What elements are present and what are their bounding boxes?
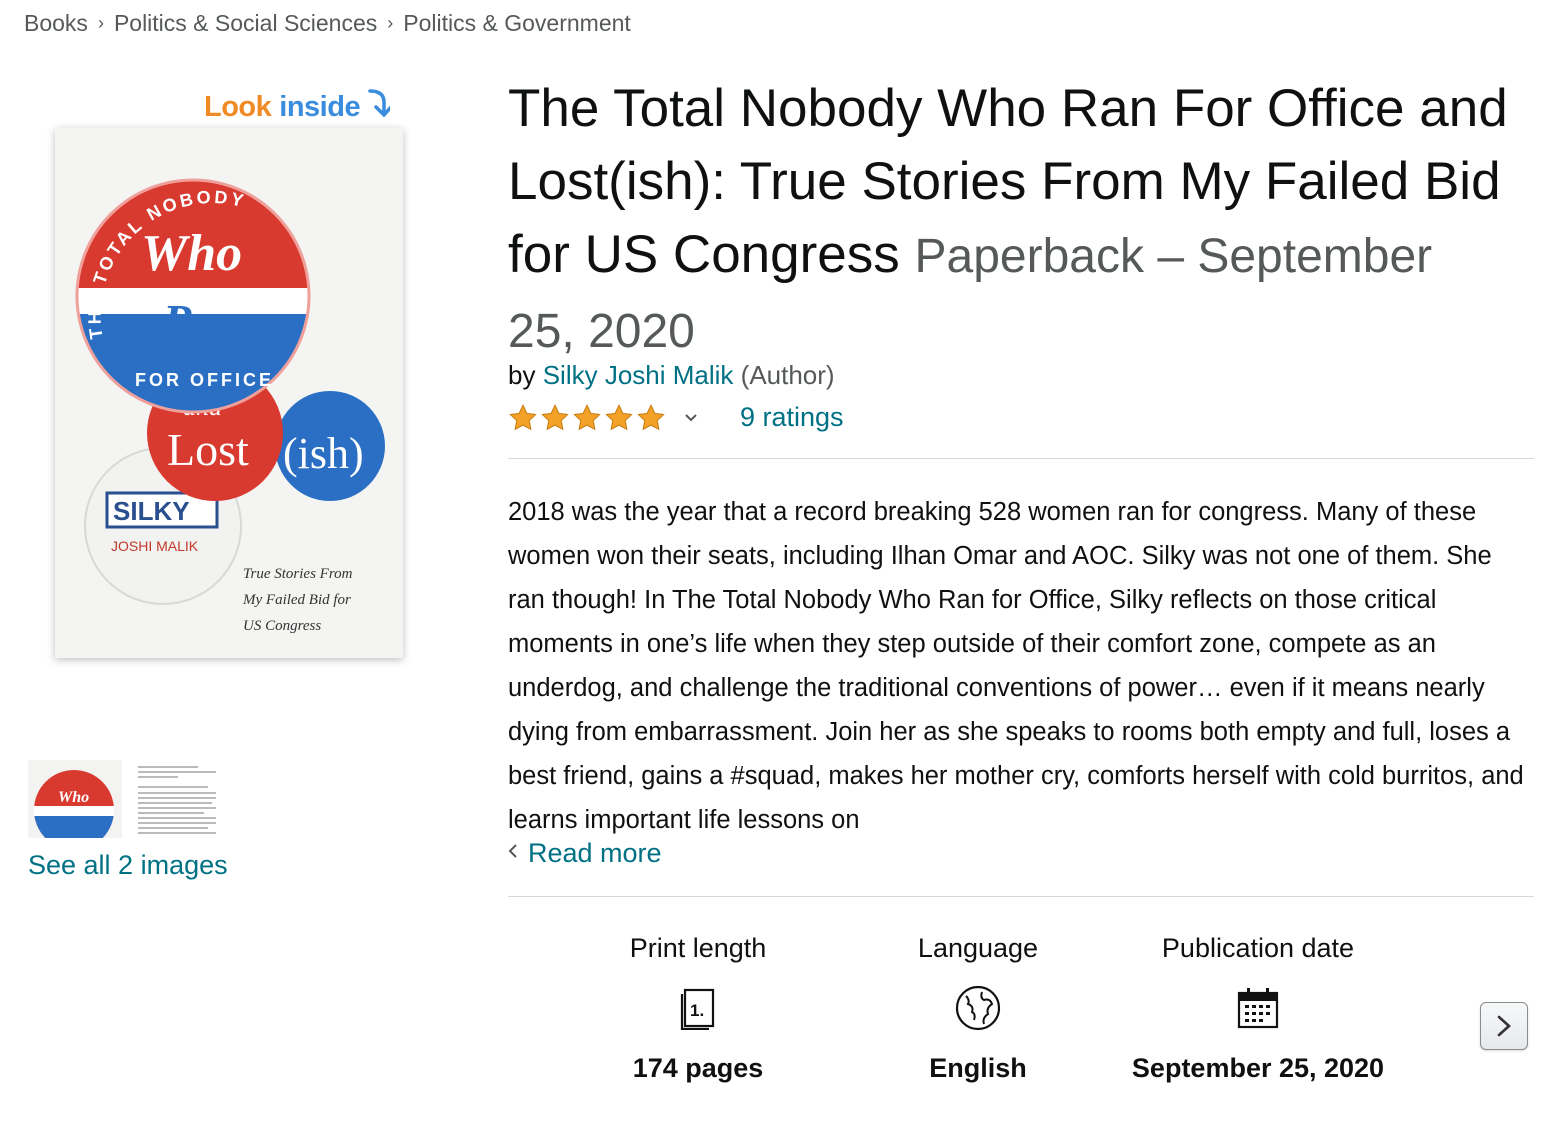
cover-lost-text: Lost	[167, 424, 249, 475]
chevron-right-icon	[1497, 1015, 1511, 1037]
cover-ran-text: Ran	[162, 295, 242, 346]
thumbnail-cover[interactable]: Who Ran	[28, 760, 122, 838]
image-thumbnails: Who Ran	[28, 760, 224, 838]
svg-text:Who: Who	[58, 789, 89, 806]
globe-icon	[954, 968, 1002, 1048]
carousel-next-button[interactable]	[1480, 1002, 1528, 1050]
svg-text:Ran: Ran	[63, 817, 88, 832]
chevron-down-icon[interactable]	[684, 407, 698, 428]
detail-value: English	[929, 1053, 1027, 1083]
breadcrumb-separator: ›	[387, 13, 394, 33]
ish-button-graphic: (ish)	[275, 391, 385, 501]
detail-value: 174 pages	[632, 1053, 764, 1083]
breadcrumb-books[interactable]: Books	[24, 10, 88, 37]
book-description: 2018 was the year that a record breaking…	[508, 498, 1524, 834]
calendar-icon	[1236, 968, 1280, 1048]
detail-print-length: Print length 1. 174 pages	[558, 928, 838, 1088]
star-icon	[605, 403, 633, 430]
read-more-label: Read more	[528, 838, 662, 868]
star-icon	[509, 403, 537, 430]
thumbnail-text-page[interactable]	[130, 760, 224, 838]
star-icon	[573, 403, 601, 430]
cover-silky-text: SILKY	[113, 496, 190, 526]
look-inside-label-inside: inside	[279, 90, 361, 123]
ratings-count-link[interactable]: 9 ratings	[740, 402, 844, 433]
detail-value: September 25, 2020	[1131, 1053, 1385, 1083]
chevron-left-icon	[508, 842, 518, 865]
cover-subtitle-line-3: US Congress	[243, 618, 321, 634]
star-icon	[541, 403, 569, 430]
cover-subtitle-line-2: My Failed Bid for	[242, 592, 351, 608]
detail-label: Publication date	[1161, 933, 1355, 963]
cover-ish-text: (ish)	[283, 429, 364, 478]
divider	[508, 458, 1534, 459]
detail-label: Language	[917, 933, 1039, 963]
curved-arrow-down-icon	[364, 88, 393, 126]
cover-author-line: JOSHI MALIK	[111, 538, 199, 554]
who-ran-badge-graphic: THE TOTAL NOBODY Who Ran FOR OFFICE	[75, 178, 311, 414]
detail-language: Language English	[838, 928, 1118, 1088]
author-link[interactable]: Silky Joshi Malik	[543, 360, 734, 390]
product-title: The Total Nobody Who Ran For Office and …	[508, 72, 1508, 368]
rating-row: 9 ratings	[508, 402, 844, 433]
cover-who-text: Who	[141, 225, 242, 282]
byline-by-label: by	[508, 360, 536, 390]
product-details-carousel: Print length 1. 174 pages Language Engli…	[558, 928, 1398, 1088]
breadcrumb-politics-government[interactable]: Politics & Government	[403, 10, 631, 37]
divider	[508, 896, 1534, 897]
author-role: (Author)	[740, 360, 835, 390]
breadcrumb-separator: ›	[97, 13, 104, 33]
book-pages-icon: 1.	[679, 968, 717, 1048]
see-all-images-link[interactable]: See all 2 images	[28, 850, 228, 881]
breadcrumb-politics-social-sciences[interactable]: Politics & Social Sciences	[114, 10, 377, 37]
look-inside-button[interactable]: Look inside	[204, 88, 393, 126]
cover-badge-bottom-text: FOR OFFICE	[135, 370, 274, 390]
star-rating[interactable]	[508, 403, 666, 433]
cover-subtitle-line-1: True Stories From	[243, 566, 353, 582]
svg-text:1.: 1.	[690, 1001, 704, 1020]
byline: by Silky Joshi Malik (Author)	[508, 360, 835, 391]
detail-label: Print length	[629, 933, 767, 963]
detail-publication-date: Publication date September 25, 2020	[1118, 928, 1398, 1088]
look-inside-label-look: Look	[204, 90, 272, 123]
star-icon	[637, 403, 665, 430]
read-more-toggle[interactable]: Read more	[508, 838, 662, 869]
breadcrumb: Books › Politics & Social Sciences › Pol…	[24, 10, 631, 37]
book-cover-image[interactable]: SILKY JOSHI MALIK (ish) and Lost THE TOT…	[55, 128, 403, 658]
